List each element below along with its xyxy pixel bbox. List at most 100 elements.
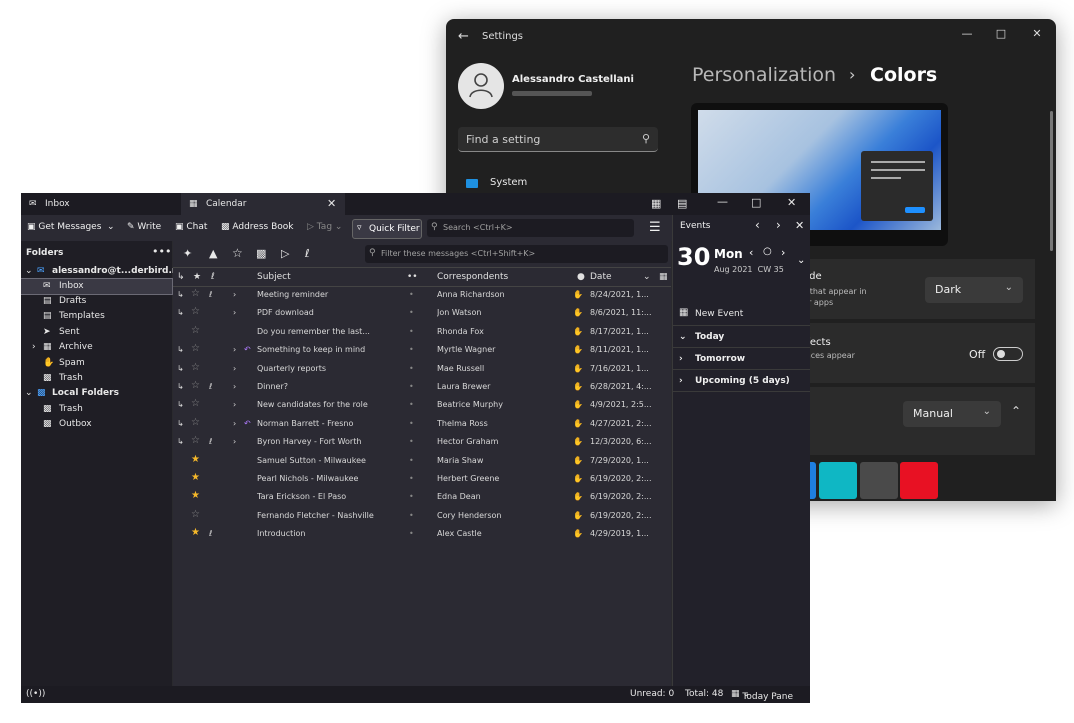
read-status-icon[interactable]: • [409,456,414,465]
get-messages-menu-chevron-icon[interactable]: ⌄ [107,222,115,232]
junk-status-icon[interactable]: ✋ [573,419,583,428]
table-row[interactable]: ↳ ☆ › Quarterly reports • Mae Russell ✋ 7/16/20… [173,360,671,378]
table-row[interactable]: ↳ ☆ ℓ › Dinner? • Laura Brewer ✋ 6/28/2021, 4:..… [173,378,671,396]
thread-column-icon[interactable]: ↳ [177,272,185,282]
agenda-section-upcoming[interactable]: › Upcoming (5 days) [673,371,810,392]
folder-trash[interactable]: ▩ Trash [21,371,172,386]
agenda-section-tomorrow[interactable]: › Tomorrow [673,349,810,370]
read-status-icon[interactable]: • [409,327,414,336]
quick-filter-button[interactable]: ▿ Quick Filter [352,219,422,239]
folder-spam[interactable]: ✋ Spam [21,356,172,371]
close-tab-icon[interactable]: ✕ [327,197,336,210]
unread-column-icon[interactable]: •• [407,272,418,282]
junk-status-icon[interactable]: ✋ [573,437,583,446]
tab-inbox[interactable]: ✉ Inbox [21,193,181,215]
read-status-icon[interactable]: • [409,474,414,483]
junk-status-icon[interactable]: ✋ [573,345,583,354]
online-status-icon[interactable]: ((•)) [26,689,45,699]
chevron-left-icon[interactable]: ‹ [755,218,760,232]
next-day-icon[interactable]: › [781,246,785,259]
junk-status-icon[interactable]: ✋ [573,400,583,409]
chevron-right-icon[interactable]: › [233,308,236,317]
star-icon[interactable]: ☆ [191,288,200,299]
back-arrow-icon[interactable]: ← [458,29,469,44]
breadcrumb-parent[interactable]: Personalization [692,64,836,86]
chevron-right-icon[interactable]: › [233,437,236,446]
table-row[interactable]: ★ Pearl Nichols - Milwaukee • Herbert Green… [173,470,671,488]
new-event-button[interactable]: ▦ New Event [673,303,810,326]
table-row[interactable]: ↳ ☆ › ↶ Something to keep in mind • Myrtle Wag… [173,341,671,359]
table-row[interactable]: ★ Samuel Sutton - Milwaukee • Maria Shaw ✋ 7/… [173,452,671,470]
junk-column-icon[interactable]: ● [577,272,585,282]
table-row[interactable]: ↳ ☆ ℓ › Byron Harvey - Fort Worth • Hector Gra… [173,433,671,451]
junk-status-icon[interactable]: ✋ [573,290,583,299]
calendar-icon[interactable]: ▦ [651,197,661,210]
junk-status-icon[interactable]: ✋ [573,511,583,520]
star-icon[interactable]: ★ [191,527,200,538]
star-filter-icon[interactable]: ☆ [232,246,243,260]
filter-messages-input[interactable]: ⚲ Filter these messages <Ctrl+Shift+K> [365,245,668,263]
local-folders-row[interactable]: ⌄ ▩ Local Folders [21,386,172,401]
close-icon[interactable]: ✕ [787,196,796,209]
read-status-icon[interactable]: • [409,400,414,409]
unread-filter-icon[interactable]: ▲ [209,247,217,260]
folder-drafts[interactable]: ▤ Drafts [21,294,172,309]
folder-sent[interactable]: ➤ Sent [21,325,172,340]
folder-outbox[interactable]: ▩ Outbox [21,417,172,432]
read-status-icon[interactable]: • [409,511,414,520]
global-search-input[interactable]: ⚲ Search <Ctrl+K> [427,219,634,237]
table-row[interactable]: ↳ ☆ › ↶ Norman Barrett - Fresno • Thelma Ross ✋… [173,415,671,433]
account-row[interactable]: ⌄ ✉ alessandro@t...derbird.net [21,264,189,279]
junk-status-icon[interactable]: ✋ [573,529,583,538]
contact-filter-icon[interactable]: ▩ [256,247,266,260]
scrollbar[interactable] [1050,111,1053,251]
accent-dropdown[interactable]: Manual ⌄ [903,401,1001,427]
chevron-right-icon[interactable]: › [233,290,236,299]
minimize-icon[interactable]: — [717,195,728,208]
table-row[interactable]: ★ ℓ Introduction • Alex Castle ✋ 4/29/2019, 1.… [173,525,671,543]
sort-chevron-icon[interactable]: ⌄ [643,272,651,282]
color-swatch-teal[interactable] [819,462,857,499]
column-date[interactable]: Date [590,272,612,282]
table-row[interactable]: ☆ Fernando Fletcher - Nashville • Cory Hend… [173,507,671,525]
chevron-right-icon[interactable]: › [233,345,236,354]
folder-local-trash[interactable]: ▩ Trash [21,402,172,417]
color-swatch-gray[interactable] [860,462,898,499]
folder-inbox[interactable]: ✉ Inbox [21,278,173,295]
avatar[interactable] [458,63,504,109]
chevron-up-icon[interactable]: ⌃ [1011,404,1021,418]
chevron-right-icon[interactable]: › [233,382,236,391]
maximize-icon[interactable]: □ [988,23,1014,45]
read-status-icon[interactable]: • [409,308,414,317]
mode-dropdown[interactable]: Dark ⌄ [925,277,1023,303]
star-icon[interactable]: ★ [191,490,200,501]
star-icon[interactable]: ☆ [191,325,200,336]
read-status-icon[interactable]: • [409,529,414,538]
hamburger-menu-icon[interactable]: ☰ [649,220,661,235]
junk-status-icon[interactable]: ✋ [573,474,583,483]
read-status-icon[interactable]: • [409,364,414,373]
folder-archive[interactable]: › ▦ Archive [21,340,172,355]
read-status-icon[interactable]: • [409,437,414,446]
star-icon[interactable]: ★ [191,472,200,483]
minimize-icon[interactable]: — [954,23,980,45]
attachment-column-icon[interactable]: ℓ [211,272,215,282]
column-correspondents[interactable]: Correspondents [437,272,508,282]
junk-status-icon[interactable]: ✋ [573,382,583,391]
settings-search-input[interactable]: Find a setting ⚲ [458,127,658,152]
junk-status-icon[interactable]: ✋ [573,308,583,317]
pin-icon[interactable]: ✦ [183,247,192,260]
chevron-right-icon[interactable]: › [233,419,236,428]
table-row[interactable]: ★ Tara Erickson - El Paso • Edna Dean ✋ 6/19/… [173,488,671,506]
star-icon[interactable]: ☆ [191,343,200,354]
column-picker-icon[interactable]: ▦ [659,272,668,282]
table-row[interactable]: ↳ ☆ › New candidates for the role • Beatrice … [173,396,671,414]
star-column-icon[interactable]: ★ [193,272,201,282]
junk-status-icon[interactable]: ✋ [573,456,583,465]
read-status-icon[interactable]: • [409,290,414,299]
junk-status-icon[interactable]: ✋ [573,327,583,336]
star-icon[interactable]: ☆ [191,435,200,446]
chevron-down-icon[interactable]: ⌄ [797,255,805,266]
read-status-icon[interactable]: • [409,492,414,501]
chevron-right-icon[interactable]: › [233,400,236,409]
